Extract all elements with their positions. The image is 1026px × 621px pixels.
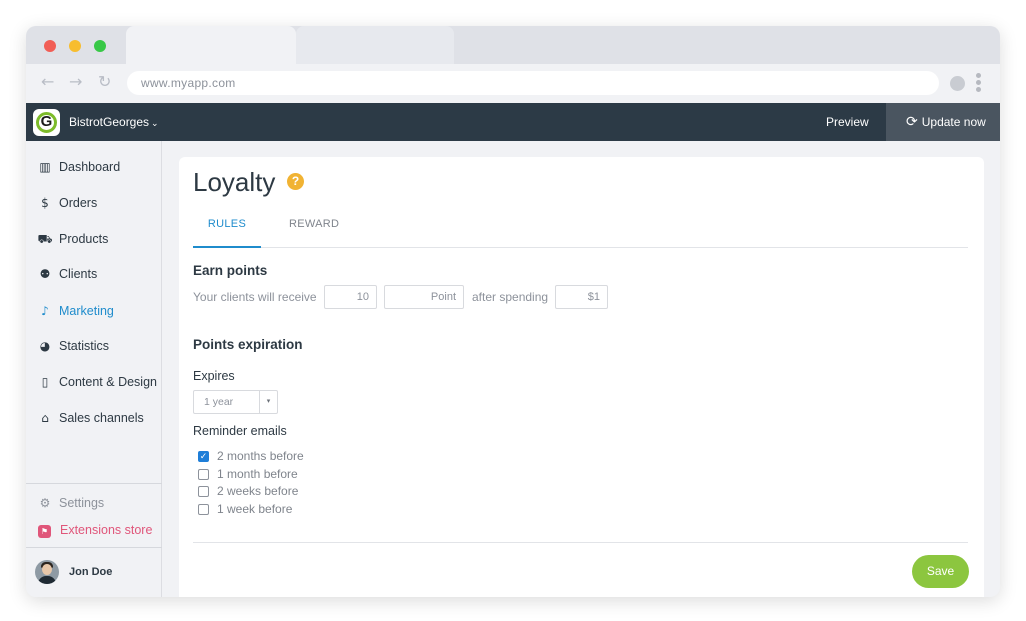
reload-icon[interactable]: ↻ (98, 73, 111, 91)
sidebar-item-label: Marketing (59, 304, 114, 318)
sidebar: ▥ Dashboard $ Orders ⛟ Products ⚉ Clients ♪ Marke… (26, 141, 162, 597)
browser-tab-inactive[interactable] (296, 26, 454, 64)
page-title: Loyalty (193, 167, 276, 197)
store-name: BistrotGeorges (69, 115, 150, 129)
pie-chart-icon: ◕ (39, 339, 51, 353)
reminder-checkbox[interactable] (198, 469, 209, 480)
caret-down-icon: ▾ (259, 391, 277, 413)
browser-tab-bar (26, 26, 1000, 64)
sidebar-item-label: Content & Design (59, 375, 157, 389)
flag-icon: ⚑ (38, 525, 51, 538)
sidebar-item-label: Orders (59, 196, 98, 210)
sidebar-item-clients[interactable]: ⚉ Clients (37, 264, 98, 284)
reminder-option-label[interactable]: 1 week before (217, 502, 292, 516)
arrow-right-icon[interactable]: → (69, 73, 82, 91)
expires-select[interactable]: 1 year ▾ (193, 390, 278, 414)
update-now-button[interactable]: ⟳ Update now (886, 103, 1000, 141)
reminder-emails-label: Reminder emails (193, 424, 287, 438)
sidebar-item-label: Sales channels (59, 411, 144, 425)
maximize-window-button[interactable] (94, 40, 106, 52)
reminder-checkbox[interactable] (198, 486, 209, 497)
reminder-option-label[interactable]: 2 weeks before (217, 484, 298, 498)
avatar (35, 560, 59, 584)
preview-button[interactable]: Preview (826, 115, 869, 129)
tab-reward[interactable]: REWARD (289, 218, 339, 230)
footer-divider (193, 542, 968, 543)
browser-tab-active[interactable] (126, 26, 296, 64)
url-bar[interactable]: www.myapp.com (127, 71, 939, 95)
store-icon: ⌂ (41, 411, 49, 425)
more-menu-icon[interactable] (976, 73, 981, 94)
sidebar-item-products[interactable]: ⛟ Products (37, 229, 108, 249)
reminder-option-label[interactable]: 1 month before (217, 467, 298, 481)
points-input[interactable]: 10 (324, 285, 377, 309)
people-icon: ⚉ (39, 267, 51, 281)
points-unit-input[interactable]: Point (384, 285, 464, 309)
sidebar-item-statistics[interactable]: ◕ Statistics (37, 336, 109, 356)
gear-icon: ⚙ (39, 496, 51, 510)
cart-icon: ⛟ (37, 232, 53, 246)
tab-rules[interactable]: RULES (193, 218, 261, 248)
sidebar-divider (26, 483, 162, 484)
earn-points-prefix: Your clients will receive (193, 290, 317, 304)
expires-label: Expires (193, 369, 235, 383)
reminder-checkbox[interactable] (198, 504, 209, 515)
spend-amount-input[interactable]: $1 (555, 285, 608, 309)
bar-chart-icon: ▥ (39, 160, 51, 174)
sidebar-item-sales-channels[interactable]: ⌂ Sales channels (37, 408, 144, 428)
sidebar-item-label: Statistics (59, 339, 110, 353)
sidebar-item-content-design[interactable]: ▯ Content & Design (37, 372, 157, 392)
points-expiration-heading: Points expiration (193, 337, 303, 352)
sidebar-item-settings[interactable]: ⚙ Settings (37, 493, 105, 513)
loyalty-card: Loyalty ? RULES REWARD Earn points Your … (179, 157, 984, 597)
reminder-option-label[interactable]: 2 months before (217, 449, 304, 463)
sidebar-item-label: Products (59, 232, 109, 246)
sidebar-item-label: Dashboard (59, 160, 121, 174)
profile-icon[interactable] (950, 76, 965, 91)
sidebar-item-extensions-store[interactable]: ⚑ Extensions store (37, 520, 152, 540)
sync-icon: ⟳ (906, 114, 918, 130)
expires-value: 1 year (204, 396, 234, 408)
dollar-icon: $ (41, 196, 49, 210)
address-row: ← → ↻ www.myapp.com (26, 64, 1000, 103)
sidebar-item-label: Clients (59, 267, 98, 281)
minimize-window-button[interactable] (69, 40, 81, 52)
sidebar-item-marketing[interactable]: ♪ Marketing (37, 301, 114, 321)
sidebar-item-dashboard[interactable]: ▥ Dashboard (37, 157, 120, 177)
browser-window: ← → ↻ www.myapp.com G BistrotGeorges ⌄ Pr… (26, 26, 1000, 597)
sidebar-item-orders[interactable]: $ Orders (37, 193, 97, 213)
store-switcher[interactable]: BistrotGeorges ⌄ (69, 115, 159, 129)
page-tabs: RULES REWARD (193, 212, 968, 248)
close-window-button[interactable] (44, 40, 56, 52)
help-icon[interactable]: ? (287, 173, 304, 190)
reminder-checkbox[interactable]: ✓ (198, 451, 209, 462)
earn-points-middle: after spending (472, 290, 549, 304)
sidebar-divider (26, 547, 162, 548)
phone-icon: ▯ (41, 375, 49, 389)
store-logo[interactable]: G (33, 109, 60, 136)
save-button[interactable]: Save (912, 555, 969, 588)
user-name: Jon Doe (69, 566, 113, 578)
bell-icon: ♪ (41, 304, 49, 318)
chevron-down-icon: ⌄ (151, 118, 159, 128)
app-header: G BistrotGeorges ⌄ Preview ⟳ Update now (26, 103, 1000, 141)
arrow-left-icon[interactable]: ← (41, 73, 54, 91)
earn-points-heading: Earn points (193, 263, 268, 278)
